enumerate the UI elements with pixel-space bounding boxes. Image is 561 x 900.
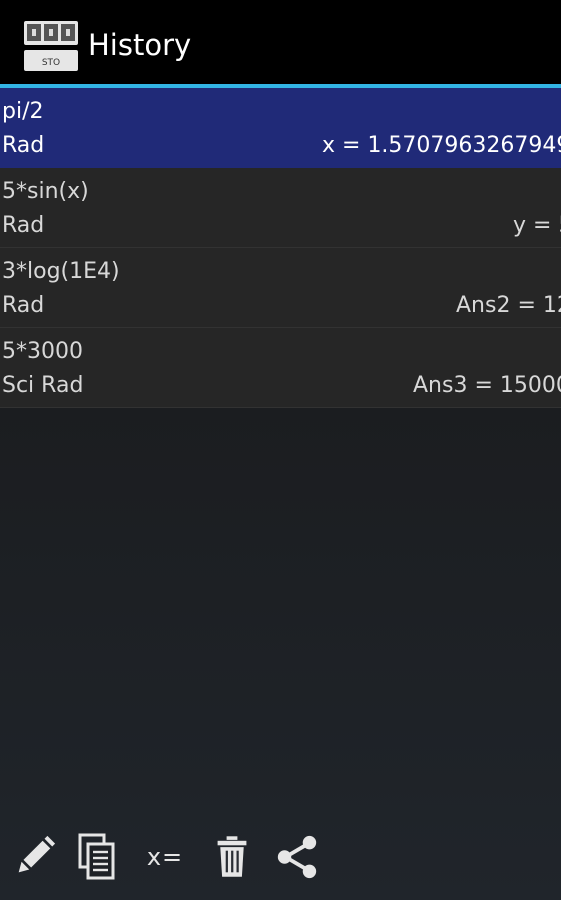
history-mode: Rad (2, 213, 45, 238)
history-expression: 3*log(1E4) (2, 259, 120, 284)
delete-button[interactable] (210, 830, 254, 884)
assign-variable-label: x= (146, 843, 184, 871)
assign-variable-button[interactable]: x= (140, 830, 190, 884)
page-title: History (88, 28, 192, 62)
bottom-toolbar: x= (0, 826, 561, 900)
history-item[interactable]: 5*3000 Sci Rad Ans3 = 15000 (0, 328, 561, 408)
copy-button[interactable] (74, 830, 120, 884)
app-icon-label: STO (42, 58, 60, 68)
calculator-app-icon[interactable]: STO (24, 21, 78, 71)
history-expression: 5*sin(x) (2, 179, 89, 204)
pencil-icon (18, 835, 56, 873)
copy-icon (78, 833, 115, 880)
history-item[interactable]: 3*log(1E4) Rad Ans2 = 12 (0, 248, 561, 328)
history-list: pi/2 Rad x = 1.5707963267949 5*sin(x) Ra… (0, 88, 561, 408)
history-item[interactable]: 5*sin(x) Rad y = 5 (0, 168, 561, 248)
history-screen: STO History pi/2 Rad x = 1.5707963267949… (0, 0, 561, 900)
history-item[interactable]: pi/2 Rad x = 1.5707963267949 (0, 88, 561, 168)
history-expression: 5*3000 (2, 339, 83, 364)
action-bar: STO History (0, 0, 561, 84)
share-button[interactable] (272, 830, 322, 884)
history-expression: pi/2 (2, 99, 44, 124)
trash-icon (217, 836, 247, 877)
share-icon (277, 835, 317, 879)
history-result: y = 5 (513, 213, 561, 238)
history-result: x = 1.5707963267949 (322, 133, 561, 158)
edit-button[interactable] (8, 830, 60, 884)
history-result: Ans3 = 15000 (413, 373, 561, 398)
history-result: Ans2 = 12 (456, 293, 561, 318)
history-mode: Rad (2, 293, 45, 318)
history-mode: Rad (2, 133, 45, 158)
history-mode: Sci Rad (2, 373, 84, 398)
